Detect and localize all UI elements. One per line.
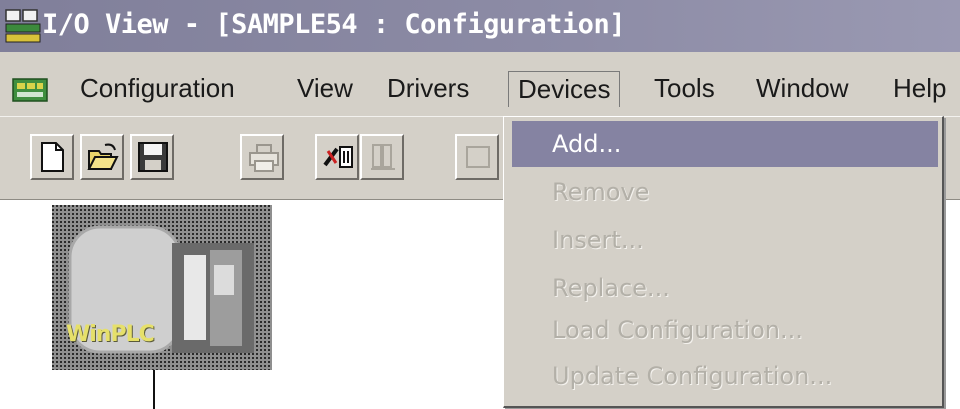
menu-item-replace[interactable]: Replace...	[512, 265, 938, 311]
menu-item-add[interactable]: Add...	[512, 121, 938, 167]
module-button[interactable]	[360, 134, 404, 180]
title-bar[interactable]: I/O View - [SAMPLE54 : Configuration]	[0, 0, 960, 52]
menu-tools[interactable]: Tools	[654, 72, 715, 104]
menu-configuration[interactable]: Configuration	[80, 72, 235, 104]
frame-button[interactable]	[455, 134, 499, 180]
winplc-label: WinPLC	[66, 322, 155, 347]
menu-help[interactable]: Help	[893, 72, 946, 104]
menu-item-load-configuration[interactable]: Load Configuration...	[512, 307, 938, 353]
save-button[interactable]	[130, 134, 174, 180]
menu-drivers[interactable]: Drivers	[387, 72, 469, 104]
io-view-icon	[4, 8, 42, 44]
menu-item-insert[interactable]: Insert...	[512, 217, 938, 263]
devices-menu-dropdown: Add... Remove Insert... Replace... Load …	[503, 116, 944, 408]
window-title: I/O View - [SAMPLE54 : Configuration]	[42, 9, 625, 40]
menu-window[interactable]: Window	[756, 72, 848, 104]
menu-item-update-configuration[interactable]: Update Configuration...	[512, 353, 938, 399]
tree-connector-line	[153, 370, 155, 409]
menu-view[interactable]: View	[297, 72, 353, 104]
configuration-menu-icon[interactable]	[12, 76, 52, 106]
menu-devices[interactable]: Devices	[508, 71, 621, 107]
menu-item-remove[interactable]: Remove	[512, 169, 938, 215]
print-button[interactable]	[240, 134, 284, 180]
connect-device-button[interactable]	[315, 134, 359, 180]
new-document-button[interactable]	[30, 134, 74, 180]
open-button[interactable]	[80, 134, 124, 180]
